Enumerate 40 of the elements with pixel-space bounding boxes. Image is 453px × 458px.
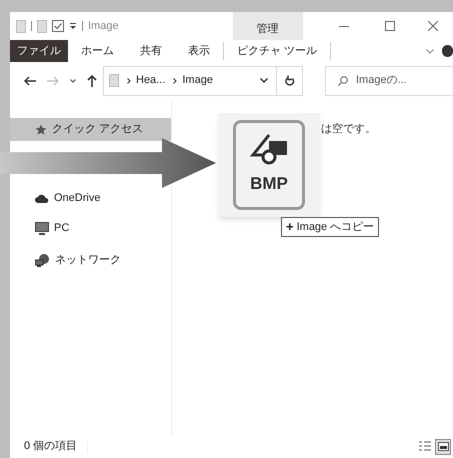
monitor-icon <box>35 222 49 234</box>
maximize-icon <box>385 21 395 31</box>
chevron-right-icon <box>127 78 131 84</box>
file-type-label: BMP <box>250 173 288 196</box>
up-arrow-icon[interactable] <box>87 74 97 86</box>
sidebar-item[interactable]: クイック アクセス <box>10 118 171 141</box>
large-icons-view-button[interactable] <box>435 438 451 454</box>
address-field[interactable]: Hea... Image <box>103 66 303 96</box>
back-arrow-icon[interactable] <box>24 76 36 86</box>
sidebar-item[interactable]: ネットワーク <box>10 251 125 269</box>
plus-symbol: + <box>286 218 294 236</box>
ribbon-tab[interactable]: ホーム <box>68 40 127 62</box>
breadcrumb[interactable]: Hea... <box>136 72 166 89</box>
sidebar-item[interactable]: OneDrive <box>10 189 104 207</box>
chevron-down-icon[interactable] <box>70 78 76 82</box>
ribbon-tab[interactable]: 表示 <box>175 40 223 62</box>
window-title: Image <box>88 18 119 34</box>
refresh-icon <box>284 75 294 86</box>
network-icon <box>35 254 50 266</box>
context-tab-header: 管理 <box>232 12 303 40</box>
ribbon-tab[interactable]: 共有 <box>127 40 175 62</box>
image-file-icon <box>249 133 289 166</box>
cloud-icon <box>35 194 49 202</box>
chevron-right-icon <box>173 78 178 84</box>
breadcrumb[interactable]: Image <box>182 72 213 89</box>
close-icon <box>428 21 438 31</box>
help-icon[interactable] <box>442 45 453 57</box>
dropdown-icon[interactable] <box>69 22 77 30</box>
sidebar-item[interactable]: PC <box>10 219 74 237</box>
ribbon-tab[interactable]: ファイル <box>10 40 68 62</box>
search-icon <box>338 76 348 86</box>
checkbox-icon[interactable] <box>52 20 64 32</box>
search-field[interactable]: Imageの... <box>325 66 453 96</box>
empty-folder-message: は空です。 <box>321 122 376 137</box>
folder-icon <box>109 74 119 87</box>
star-icon <box>35 124 47 136</box>
item-count: 0 個の項目 <box>24 439 78 454</box>
chevron-down-icon[interactable] <box>260 78 268 83</box>
ribbon-tab[interactable]: ピクチャ ツール <box>224 40 330 62</box>
tooltip-text: Image へコピー <box>296 220 374 235</box>
